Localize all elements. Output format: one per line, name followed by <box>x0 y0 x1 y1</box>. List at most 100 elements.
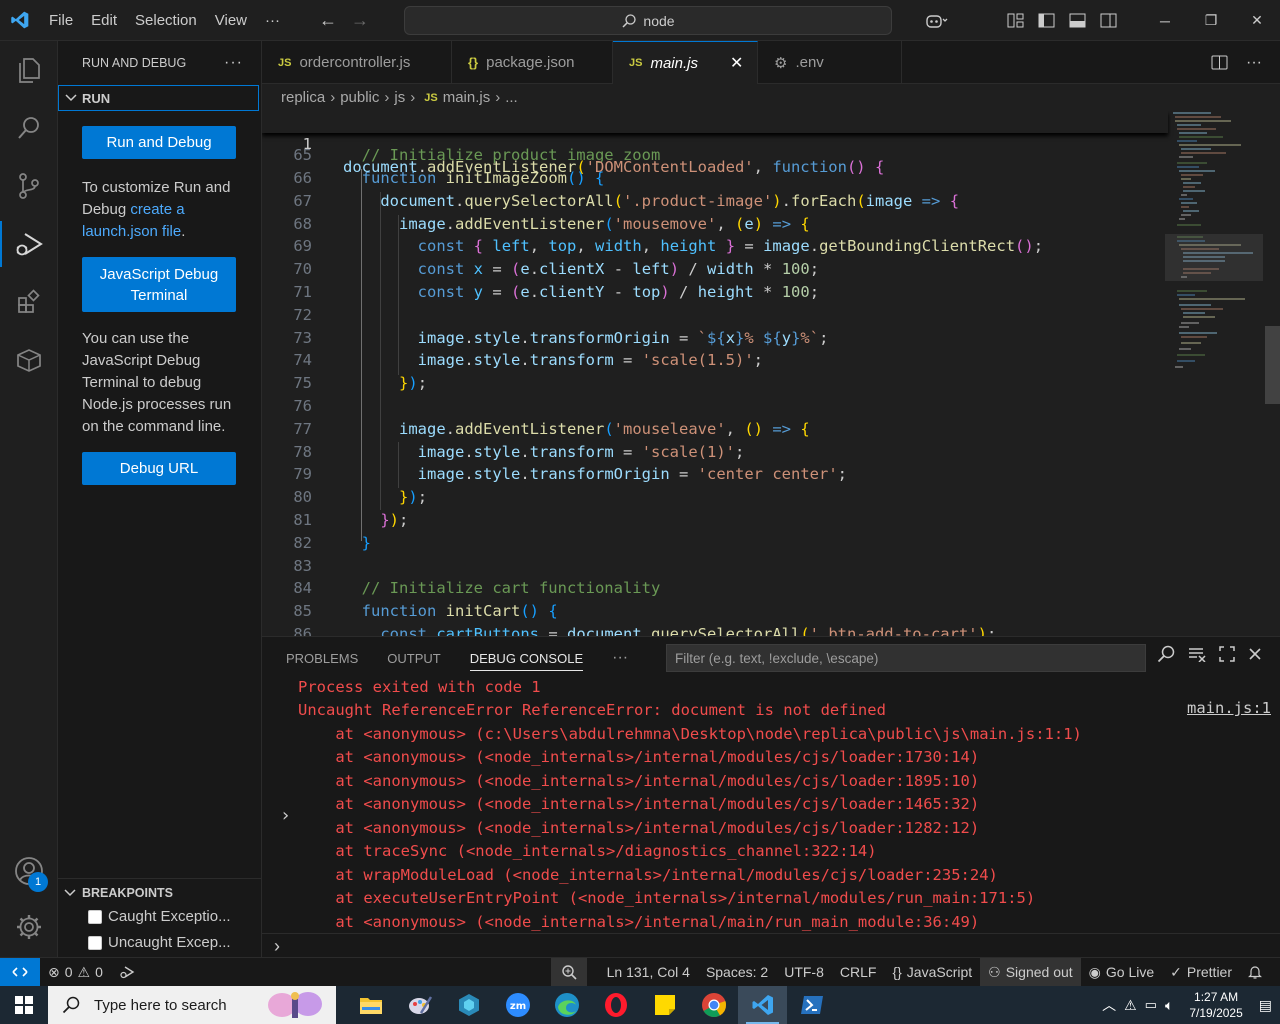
tab-problems[interactable]: PROBLEMS <box>286 651 358 666</box>
zoom-indicator[interactable] <box>550 957 587 987</box>
tab-debug-console[interactable]: DEBUG CONSOLE <box>469 646 584 671</box>
menu-view[interactable]: View <box>206 0 256 41</box>
code-editor[interactable]: 1 document.addEventListener('DOMContentL… <box>262 111 1280 636</box>
menu-selection[interactable]: Selection <box>126 0 206 41</box>
breadcrumb-item[interactable]: ... <box>505 89 518 106</box>
wifi-icon[interactable]: ▭ <box>1145 997 1157 1013</box>
cursor-position[interactable]: Ln 131, Col 4 <box>587 958 698 987</box>
console-line: at wrapModuleLoad (<node_internals>/inte… <box>298 866 998 884</box>
chevron-right-icon: › <box>330 89 336 106</box>
sticky-scroll-header[interactable]: 1 document.addEventListener('DOMContentL… <box>262 111 1168 176</box>
menu-more[interactable]: ··· <box>256 0 289 41</box>
toggle-secondary-sidebar-icon[interactable] <box>1093 13 1124 28</box>
debug-console-output[interactable]: Process exited with code 1 Uncaught Refe… <box>262 678 1280 933</box>
chevron-right-icon: › <box>384 89 390 106</box>
clear-console-icon[interactable] <box>1188 646 1206 662</box>
command-center-search[interactable]: node <box>404 6 892 35</box>
console-line: at <anonymous> (<node_internals>/interna… <box>298 913 980 931</box>
forward-arrow-icon[interactable]: → <box>351 10 369 31</box>
app-hexagon-icon[interactable] <box>444 986 493 1024</box>
end-of-line[interactable]: CRLF <box>832 958 885 987</box>
close-window-button[interactable]: ✕ <box>1234 0 1280 41</box>
tab-main-js[interactable]: JS main.js ✕ <box>613 41 758 84</box>
debug-url-button[interactable]: Debug URL <box>82 452 236 485</box>
editor-more-actions-icon[interactable]: ··· <box>1246 54 1262 72</box>
indentation[interactable]: Spaces: 2 <box>698 958 776 987</box>
tab-package-json[interactable]: {} package.json <box>452 41 613 84</box>
breakpoints-header[interactable]: BREAKPOINTS <box>58 878 261 906</box>
manage-gear-icon[interactable] <box>0 898 58 956</box>
remote-indicator-icon[interactable] <box>0 957 40 987</box>
opera-browser-icon[interactable] <box>591 986 640 1024</box>
minimap-slider[interactable] <box>1165 234 1263 281</box>
source-control-icon[interactable] <box>0 157 58 215</box>
file-explorer-icon[interactable] <box>346 986 395 1024</box>
toggle-panel-icon[interactable] <box>1062 13 1093 28</box>
language-label: JavaScript <box>906 964 973 980</box>
breadcrumb-item[interactable]: main.js <box>443 89 491 106</box>
sticky-notes-icon[interactable] <box>640 986 689 1024</box>
javascript-debug-terminal-button[interactable]: JavaScript Debug Terminal <box>82 257 236 312</box>
accounts-icon[interactable]: 1 <box>0 842 58 900</box>
taskbar-search-box[interactable]: Type here to search <box>48 986 336 1024</box>
show-hidden-icons-icon[interactable]: ︿ <box>1102 995 1116 1015</box>
line-number: 71 <box>293 283 312 301</box>
run-section-header[interactable]: RUN <box>58 85 259 111</box>
toggle-primary-sidebar-icon[interactable] <box>1031 13 1062 28</box>
tab-ordercontroller[interactable]: JS ordercontroller.js <box>262 41 452 84</box>
chevron-right-icon[interactable]: › <box>280 805 291 826</box>
search-sidebar-icon[interactable] <box>0 99 58 157</box>
restore-button[interactable]: ❐ <box>1188 0 1234 41</box>
debug-console-filter-input[interactable]: Filter (e.g. text, !exclude, \escape) <box>666 644 1146 672</box>
debug-launch-icon[interactable] <box>111 958 143 987</box>
breadcrumb-item[interactable]: js <box>394 89 405 106</box>
search-icon[interactable] <box>1157 645 1175 663</box>
maximize-panel-icon[interactable] <box>1219 646 1235 662</box>
breadcrumb-item[interactable]: replica <box>281 89 325 106</box>
remote-explorer-icon[interactable] <box>0 331 58 389</box>
run-and-debug-button[interactable]: Run and Debug <box>82 126 236 159</box>
taskbar-clock[interactable]: 1:27 AM 7/19/2025 <box>1181 989 1250 1021</box>
chrome-browser-icon[interactable] <box>689 986 738 1024</box>
tab-output[interactable]: OUTPUT <box>387 651 440 666</box>
zoom-app-icon[interactable]: zm <box>493 986 542 1024</box>
network-status-icon[interactable]: ⚠ <box>1124 997 1137 1014</box>
breadcrumb-item[interactable]: public <box>340 89 379 106</box>
explorer-icon[interactable] <box>0 41 58 99</box>
powershell-icon[interactable] <box>787 986 836 1024</box>
close-panel-icon[interactable] <box>1248 647 1262 661</box>
volume-icon[interactable]: 🔈︎ <box>1165 997 1173 1014</box>
language-mode[interactable]: {} JavaScript <box>884 958 980 987</box>
copilot-icon[interactable] <box>914 13 960 29</box>
split-editor-icon[interactable] <box>1211 55 1228 70</box>
breakpoint-uncaught-exceptions[interactable]: Uncaught Excep... <box>88 934 231 951</box>
go-live-button[interactable]: ◉ Go Live <box>1081 958 1162 987</box>
vscode-taskbar-icon[interactable] <box>738 986 787 1024</box>
menu-file[interactable]: File <box>40 0 82 41</box>
panel-more-icon[interactable]: ··· <box>612 649 628 667</box>
checkbox[interactable] <box>88 909 102 924</box>
notifications-bell-icon[interactable] <box>1240 958 1280 987</box>
customize-layout-icon[interactable] <box>1000 13 1031 28</box>
editor-scrollbar[interactable] <box>1265 326 1280 404</box>
menu-edit[interactable]: Edit <box>82 0 126 41</box>
minimize-button[interactable]: ─ <box>1142 0 1188 41</box>
source-location-link[interactable]: main.js:1 <box>1187 699 1271 717</box>
checkbox[interactable] <box>88 935 102 950</box>
more-actions-icon[interactable]: ··· <box>224 54 243 72</box>
breakpoint-caught-exceptions[interactable]: Caught Exceptio... <box>88 908 231 925</box>
console-input[interactable]: › <box>262 933 1280 958</box>
paint-app-icon[interactable] <box>395 986 444 1024</box>
close-tab-icon[interactable]: ✕ <box>730 53 743 73</box>
tab-env[interactable]: ⚙ .env <box>758 41 902 84</box>
problems-status[interactable]: ⊗ 0 ⚠ 0 <box>40 958 111 987</box>
prettier-status[interactable]: ✓ Prettier <box>1162 958 1240 987</box>
account-status[interactable]: ⚇ Signed out <box>980 957 1081 987</box>
notifications-icon[interactable]: ▤ <box>1259 997 1280 1014</box>
extensions-icon[interactable] <box>0 273 58 331</box>
encoding[interactable]: UTF-8 <box>776 958 832 987</box>
run-and-debug-icon[interactable] <box>0 215 58 273</box>
windows-start-icon[interactable] <box>0 986 48 1024</box>
edge-browser-icon[interactable] <box>542 986 591 1024</box>
back-arrow-icon[interactable]: ← <box>319 10 337 31</box>
